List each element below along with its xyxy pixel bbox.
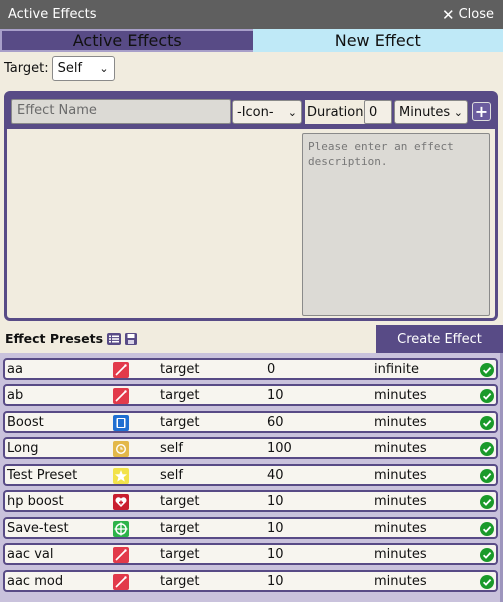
crosshair-icon xyxy=(113,521,129,537)
preset-name: Long xyxy=(7,441,39,456)
preset-name: Save-test xyxy=(7,521,69,536)
chevron-down-icon: ⌄ xyxy=(287,105,297,119)
preset-unit: minutes xyxy=(374,494,427,509)
tab-bar: Active Effects New Effect xyxy=(0,29,503,52)
preset-target: target xyxy=(160,494,200,509)
presets-list: aa target 0 infinite ab target 10 minutes Boost t… xyxy=(0,353,503,602)
preset-duration: 0 xyxy=(267,362,276,377)
duration-label: Duration: xyxy=(305,100,370,124)
preset-row[interactable]: ab target 10 minutes xyxy=(3,384,498,406)
effect-description-input[interactable]: Please enter an effect description. xyxy=(302,133,490,316)
preset-duration: 100 xyxy=(267,441,292,456)
preset-duration: 10 xyxy=(267,574,284,589)
duration-unit-select[interactable]: Minutes ⌄ xyxy=(394,100,468,124)
apply-check-icon[interactable] xyxy=(480,575,494,589)
chevron-down-icon: ⌄ xyxy=(99,61,109,75)
preset-duration: 10 xyxy=(267,388,284,403)
presets-header: Effect Presets Create Effect xyxy=(0,325,503,354)
star-icon xyxy=(113,468,129,484)
preset-row[interactable]: hp boost target 10 minutes xyxy=(3,490,498,512)
duration-input[interactable]: 0 xyxy=(364,100,392,124)
preset-unit: minutes xyxy=(374,441,427,456)
preset-row[interactable]: Test Preset self 40 minutes xyxy=(3,464,498,486)
preset-duration: 10 xyxy=(267,494,284,509)
target-row: Target: Self ⌄ xyxy=(4,55,115,81)
duration-unit-value: Minutes xyxy=(399,104,451,120)
heart-icon xyxy=(113,494,129,510)
preset-unit: minutes xyxy=(374,547,427,562)
new-effect-panel: Effect Name -Icon- ⌄ Duration: 0 Minutes… xyxy=(4,91,498,321)
apply-check-icon[interactable] xyxy=(480,469,494,483)
icon-select[interactable]: -Icon- ⌄ xyxy=(232,100,302,124)
preset-unit: minutes xyxy=(374,468,427,483)
add-effect-button[interactable]: + xyxy=(472,102,491,121)
preset-row[interactable]: aac val target 10 minutes xyxy=(3,543,498,565)
preset-row[interactable]: Long self 100 minutes xyxy=(3,437,498,459)
effect-name-input[interactable]: Effect Name xyxy=(11,99,231,124)
apply-check-icon[interactable] xyxy=(480,548,494,562)
slash-icon xyxy=(113,362,129,378)
preset-target: self xyxy=(160,468,183,483)
preset-name: ab xyxy=(7,388,24,403)
preset-name: aac val xyxy=(7,547,54,562)
book-icon xyxy=(113,415,129,431)
preset-unit: minutes xyxy=(374,574,427,589)
slash-icon xyxy=(113,574,129,590)
icon-select-value: -Icon- xyxy=(237,104,274,120)
preset-unit: minutes xyxy=(374,521,427,536)
preset-target: target xyxy=(160,574,200,589)
target-select[interactable]: Self ⌄ xyxy=(51,55,115,81)
preset-name: aac mod xyxy=(7,574,64,589)
close-icon: ✕ xyxy=(442,5,455,24)
preset-duration: 60 xyxy=(267,415,284,430)
tab-active-effects[interactable]: Active Effects xyxy=(0,29,253,52)
apply-check-icon[interactable] xyxy=(480,495,494,509)
close-button[interactable]: ✕ Close xyxy=(442,6,494,24)
target-label: Target: xyxy=(4,60,49,76)
preset-target: target xyxy=(160,415,200,430)
preset-unit: minutes xyxy=(374,388,427,403)
preset-row[interactable]: aa target 0 infinite xyxy=(3,358,498,380)
preset-name: aa xyxy=(7,362,23,377)
preset-duration: 40 xyxy=(267,468,284,483)
preset-row[interactable]: aac mod target 10 minutes xyxy=(3,570,498,592)
presets-title-group: Effect Presets xyxy=(5,331,138,346)
preset-row[interactable]: Save-test target 10 minutes xyxy=(3,517,498,539)
preset-row[interactable]: Boost target 60 minutes xyxy=(3,411,498,433)
preset-duration: 10 xyxy=(267,547,284,562)
preset-name: Boost xyxy=(7,415,44,430)
preset-name: Test Preset xyxy=(7,468,78,483)
preset-target: target xyxy=(160,388,200,403)
preset-name: hp boost xyxy=(7,494,64,509)
create-effect-button[interactable]: Create Effect xyxy=(376,325,503,353)
apply-check-icon[interactable] xyxy=(480,522,494,536)
window-title: Active Effects xyxy=(8,7,97,22)
apply-check-icon[interactable] xyxy=(480,416,494,430)
preset-unit: infinite xyxy=(374,362,419,377)
preset-duration: 10 xyxy=(267,521,284,536)
clock-icon xyxy=(113,441,129,457)
slash-icon xyxy=(113,547,129,563)
window-titlebar: Active Effects ✕ Close xyxy=(0,0,503,29)
tab-new-effect[interactable]: New Effect xyxy=(252,29,503,52)
preset-unit: minutes xyxy=(374,415,427,430)
preset-target: target xyxy=(160,521,200,536)
apply-check-icon[interactable] xyxy=(480,389,494,403)
preset-target: target xyxy=(160,547,200,562)
save-icon[interactable] xyxy=(125,332,138,345)
chevron-down-icon: ⌄ xyxy=(453,105,463,119)
apply-check-icon[interactable] xyxy=(480,363,494,377)
list-icon[interactable] xyxy=(107,332,122,345)
preset-target: self xyxy=(160,441,183,456)
target-value: Self xyxy=(57,60,83,76)
presets-title: Effect Presets xyxy=(5,331,104,346)
apply-check-icon[interactable] xyxy=(480,442,494,456)
slash-icon xyxy=(113,388,129,404)
preset-target: target xyxy=(160,362,200,377)
close-label: Close xyxy=(458,7,494,22)
